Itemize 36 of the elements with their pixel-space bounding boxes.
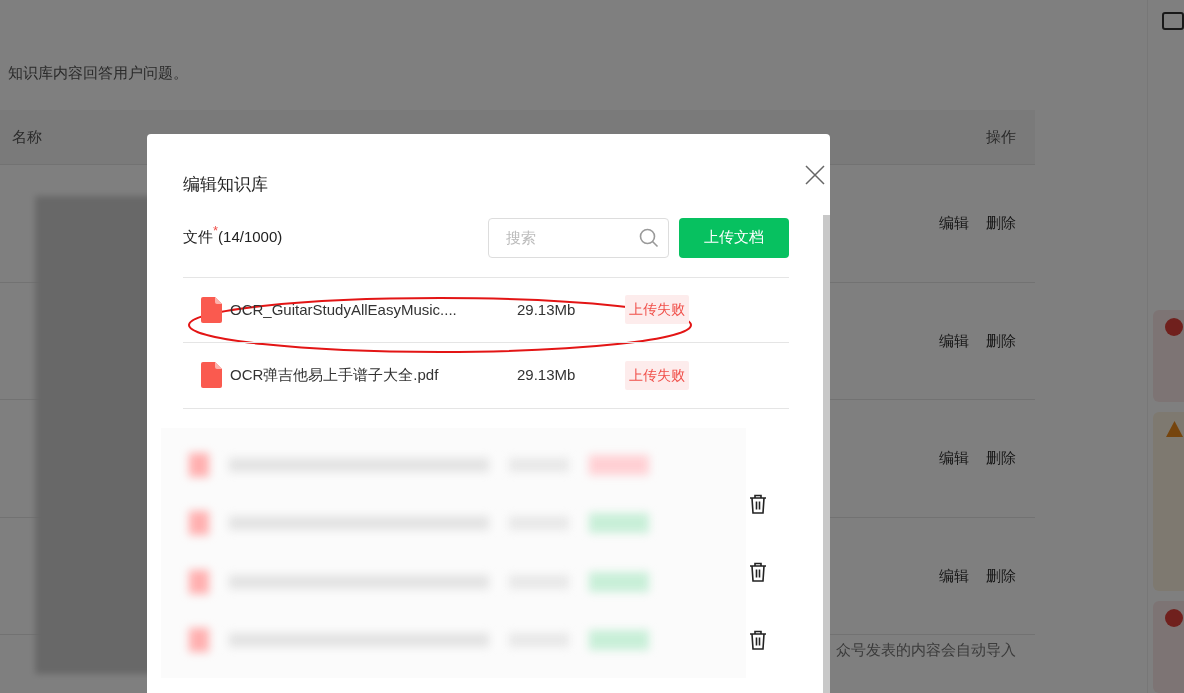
error-icon (1165, 608, 1184, 627)
trash-icon[interactable] (749, 630, 767, 650)
status-tag: 上传失败 (625, 360, 689, 390)
required-mark: * (213, 224, 219, 238)
action-link[interactable]: 编辑 (939, 329, 969, 352)
dialog-title: 编辑知识库 (183, 174, 268, 196)
trash-icon[interactable] (749, 494, 767, 514)
description-text: 知识库内容回答用户问题。 (8, 63, 189, 83)
action-link[interactable]: 编辑 (939, 212, 969, 235)
search-icon (639, 227, 659, 248)
file-row[interactable]: OCR弹吉他易上手谱子大全.pdf 29.13Mb 上传失败 (183, 343, 789, 409)
action-link[interactable]: 删除 (986, 447, 1016, 470)
error-icon (1165, 318, 1184, 337)
pdf-file-icon (201, 296, 222, 323)
file-name: OCR_GuitarStudyAllEasyMusic.... (230, 299, 458, 320)
file-name: OCR弹吉他易上手谱子大全.pdf (230, 365, 440, 385)
column-header: 操作 (986, 126, 1016, 147)
warning-icon (1165, 420, 1184, 439)
file-size: 29.13Mb (517, 299, 577, 320)
file-size: 29.13Mb (517, 365, 577, 385)
close-icon[interactable] (805, 164, 825, 185)
column-header: 名称 (12, 126, 42, 147)
file-row[interactable]: OCR_GuitarStudyAllEasyMusic.... 29.13Mb 上传失败 (183, 277, 789, 343)
note-text: 众号发表的内容会自动导入 (836, 640, 1016, 660)
status-tag: 上传失败 (625, 295, 689, 325)
files-label: 文件 (183, 227, 213, 248)
pdf-file-icon (201, 362, 222, 389)
upload-button[interactable]: 上传文档 (679, 217, 789, 258)
action-link[interactable]: 编辑 (939, 447, 969, 470)
trash-icon[interactable] (749, 562, 767, 582)
action-link[interactable]: 编辑 (939, 564, 969, 587)
action-link[interactable]: 删除 (986, 329, 1016, 352)
search-field[interactable]: 搜索 (488, 217, 669, 258)
action-link[interactable]: 删除 (986, 212, 1016, 235)
file-count: (14/1000) (218, 227, 283, 248)
action-link[interactable]: 删除 (986, 564, 1016, 587)
